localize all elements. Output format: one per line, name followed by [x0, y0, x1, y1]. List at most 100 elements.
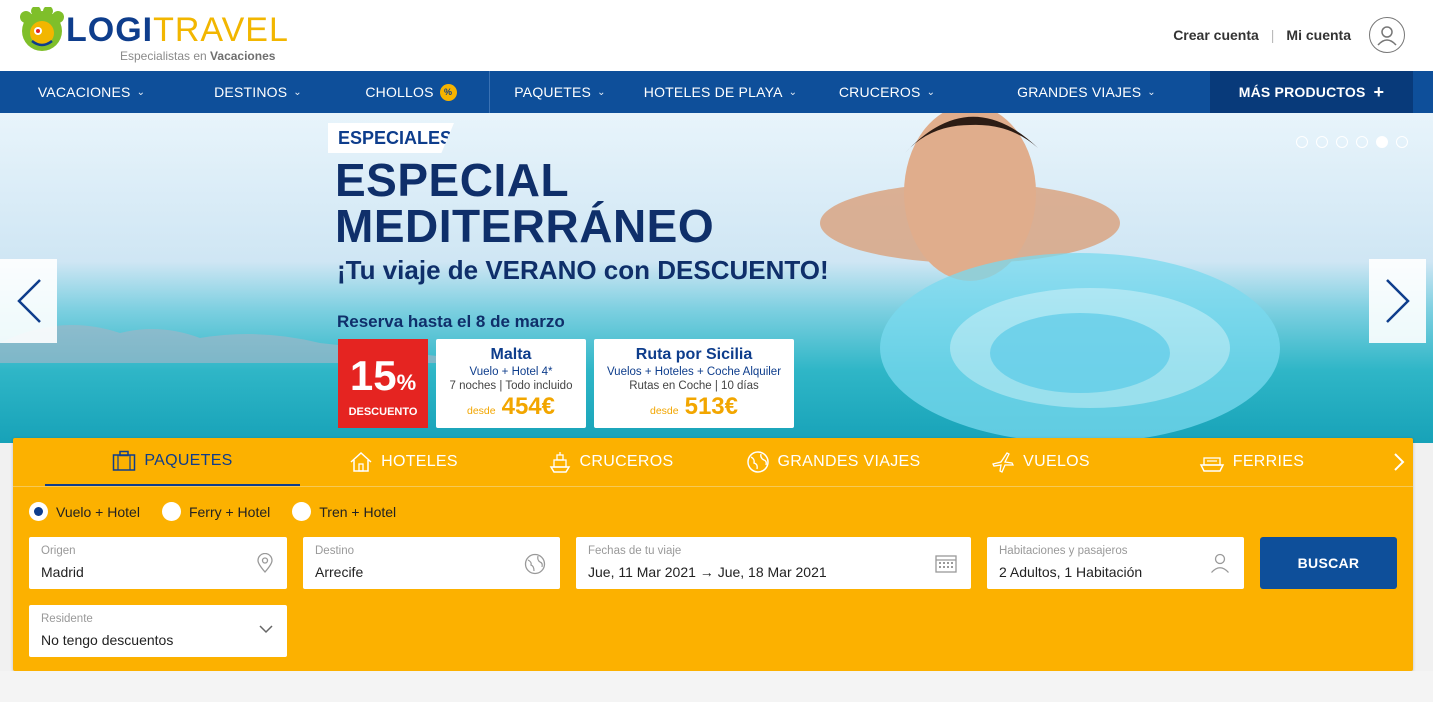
nav-label: GRANDES VIAJES [1017, 84, 1142, 100]
deal-desde: desde [650, 405, 679, 417]
plane-icon [992, 452, 1015, 473]
chevron-down-icon: ⌄ [293, 86, 302, 98]
radio-selected-dot [34, 507, 43, 516]
globe-icon [524, 553, 546, 575]
chevron-right-icon [1385, 279, 1410, 323]
logo[interactable]: LOGITRAVEL Especialistas en Vacaciones [20, 5, 288, 65]
deal-price: desde 513€ [594, 393, 794, 421]
radio-ferry-hotel[interactable]: Ferry + Hotel [161, 502, 270, 521]
nav-item-hoteles-de-playa[interactable]: HOTELES DE PLAYA ⌄ [630, 71, 811, 113]
nav-item-cruceros[interactable]: CRUCEROS ⌄ [811, 71, 963, 113]
hero-banner[interactable]: ESPECIALES ESPECIAL MEDITERRÁNEO ¡Tu via… [0, 113, 1433, 443]
tab-grandes-viajes[interactable]: GRANDES VIAJES [714, 438, 952, 486]
header: LOGITRAVEL Especialistas en Vacaciones C… [0, 0, 1433, 71]
dates-value[interactable]: Jue, 11 Mar 2021 → Jue, 18 Mar 2021 [588, 564, 827, 580]
nav-label: CHOLLOS [365, 84, 434, 100]
chevron-right-icon[interactable] [1393, 452, 1405, 472]
especiales-badge: ESPECIALES [328, 123, 454, 153]
chevron-down-icon: ⌄ [788, 86, 798, 98]
nav-label: MÁS PRODUCTOS [1238, 84, 1366, 100]
logo-word-travel: TRAVEL [153, 11, 289, 49]
user-avatar-icon[interactable] [1369, 17, 1405, 53]
account-area: Crear cuenta | Mi cuenta [1173, 16, 1405, 54]
slider-dot[interactable] [1336, 136, 1348, 148]
content-below-fold [0, 671, 1433, 702]
radio-circle[interactable] [161, 502, 181, 521]
chevron-down-icon: ⌄ [136, 86, 146, 98]
deal-detail: Rutas en Coche | 10 días [629, 380, 759, 392]
nav-item-grandes-viajes[interactable]: GRANDES VIAJES ⌄ [963, 71, 1210, 113]
radio-tren-hotel[interactable]: Tren + Hotel [292, 502, 396, 521]
chevron-down-icon: ⌄ [597, 86, 606, 98]
search-button[interactable]: BUSCAR [1260, 537, 1397, 589]
destination-value[interactable]: Arrecife [315, 564, 363, 580]
tab-vuelos[interactable]: VUELOS [952, 438, 1129, 486]
nav-item-destinos[interactable]: DESTINOS ⌄ [183, 71, 333, 113]
nav-item-mas-productos[interactable]: MÁS PRODUCTOS + [1210, 71, 1413, 113]
nav-item-vacaciones[interactable]: VACACIONES ⌄ [0, 71, 183, 113]
dates-field[interactable]: Fechas de tu viaje Jue, 11 Mar 2021 → Ju… [576, 537, 971, 589]
slider-dot[interactable] [1316, 136, 1328, 148]
nav-item-paquetes[interactable]: PAQUETES ⌄ [490, 71, 630, 113]
tab-cruceros[interactable]: CRUCEROS [507, 438, 714, 486]
origin-value[interactable]: Madrid [41, 564, 84, 580]
tab-label: HOTELES [381, 453, 458, 470]
logo-word-logi: LOGI [66, 11, 154, 49]
origin-field[interactable]: Origen Madrid [29, 537, 287, 589]
radio-vuelo-hotel[interactable]: Vuelo + Hotel [29, 502, 140, 521]
ferry-icon [1199, 457, 1224, 472]
globe-icon [746, 451, 769, 473]
location-pin-icon [257, 553, 273, 573]
slider-dot[interactable] [1356, 136, 1368, 148]
radio-circle[interactable] [29, 502, 48, 521]
tab-hoteles[interactable]: HOTELES [300, 438, 507, 486]
rooms-label: Habitaciones y pasajeros [999, 545, 1128, 557]
hero-title-line1: ESPECIAL [335, 154, 570, 206]
destination-label: Destino [315, 545, 354, 557]
logo-wordmark: LOGITRAVEL [66, 13, 289, 47]
deal-desde: desde [467, 405, 496, 417]
prev-slide-button[interactable] [0, 259, 57, 343]
tab-label: GRANDES VIAJES [777, 453, 921, 470]
deal-price: desde 454€ [436, 393, 586, 421]
next-slide-button[interactable] [1369, 259, 1426, 343]
mascot-logo-icon [20, 7, 64, 51]
tab-ferries[interactable]: FERRIES [1129, 438, 1374, 486]
nav-label: PAQUETES [514, 84, 592, 100]
tab-paquetes[interactable]: PAQUETES [45, 438, 300, 486]
destination-field[interactable]: Destino Arrecife [303, 537, 560, 589]
deal-card-malta[interactable]: Malta Vuelo + Hotel 4* 7 noches | Todo i… [436, 339, 586, 428]
slider-dot[interactable] [1396, 136, 1408, 148]
calendar-icon [935, 555, 957, 573]
resident-select[interactable]: Residente No tengo descuentos [29, 605, 287, 657]
discount-label: DESCUENTO [348, 406, 418, 418]
origin-label: Origen [41, 545, 76, 557]
deal-name: Malta [490, 346, 532, 363]
deal-subtitle: Vuelos + Hoteles + Coche Alquiler [606, 366, 782, 378]
deal-detail: 7 noches | Todo incluido [449, 380, 573, 392]
search-panel: PAQUETES HOTELES CRUCEROS GRANDES VIAJES… [13, 438, 1413, 671]
slider-dot-active[interactable] [1376, 136, 1388, 148]
logo-tagline-text: Especialistas en [120, 49, 211, 63]
rooms-passengers-field[interactable]: Habitaciones y pasajeros 2 Adultos, 1 Ha… [987, 537, 1244, 589]
create-account-link[interactable]: Crear cuenta [1173, 27, 1259, 43]
resident-value[interactable]: No tengo descuentos [41, 632, 173, 648]
chevron-down-icon: ⌄ [926, 86, 936, 98]
nav-item-chollos[interactable]: CHOLLOS% [333, 71, 489, 113]
deal-card-sicilia[interactable]: Ruta por Sicilia Vuelos + Hoteles + Coch… [594, 339, 794, 428]
chevron-down-icon: ⌄ [1147, 86, 1156, 98]
search-tabs: PAQUETES HOTELES CRUCEROS GRANDES VIAJES… [13, 438, 1413, 487]
logo-tagline-bold: Vacaciones [210, 49, 276, 63]
radio-circle[interactable] [292, 502, 312, 521]
account-separator: | [1270, 27, 1275, 43]
deal-name: Ruta por Sicilia [635, 346, 753, 363]
suitcase-icon [113, 450, 136, 471]
nav-label: VACACIONES [37, 84, 131, 100]
person-icon [1211, 553, 1229, 573]
radio-label: Vuelo + Hotel [56, 503, 140, 520]
slider-dot[interactable] [1296, 136, 1308, 148]
my-account-link[interactable]: Mi cuenta [1286, 27, 1351, 43]
discount-badge[interactable]: 15% DESCUENTO [338, 339, 428, 428]
rooms-value[interactable]: 2 Adultos, 1 Habitación [999, 564, 1142, 580]
discount-number: 15% [338, 355, 428, 404]
